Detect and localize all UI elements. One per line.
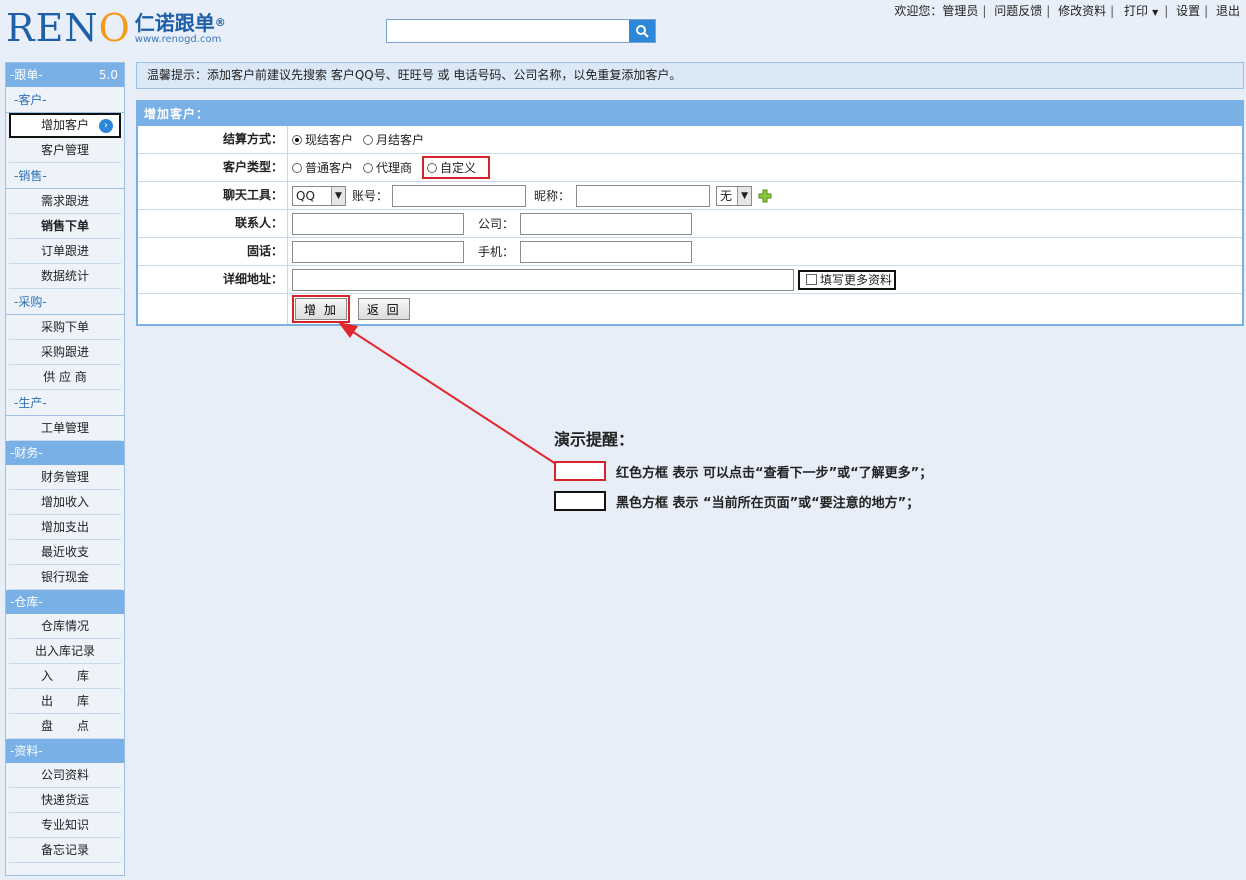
legend-red-row: 红色方框 表示 可以点击“查看下一步”或“了解更多”；: [554, 456, 932, 486]
legend-black-text: 黑色方框 表示 “当前所在页面”或“要注意的地方”；: [616, 495, 920, 511]
demo-title: 演示提醒：: [554, 430, 635, 449]
legend-red-text: 红色方框 表示 可以点击“查看下一步”或“了解更多”；: [616, 465, 933, 481]
legend-black-row: 黑色方框 表示 “当前所在页面”或“要注意的地方”；: [554, 486, 932, 516]
legend-red-box: [554, 461, 606, 481]
demo-legend: 演示提醒： 红色方框 表示 可以点击“查看下一步”或“了解更多”； 黑色方框 表…: [554, 426, 932, 516]
legend-black-box: [554, 491, 606, 511]
